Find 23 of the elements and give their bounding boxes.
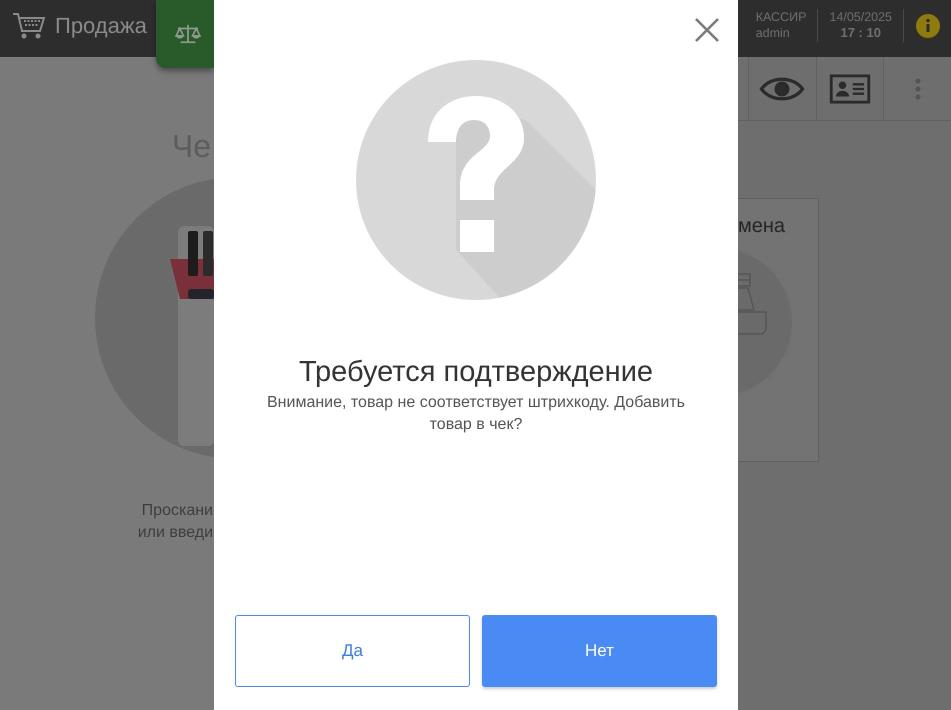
- more-icon: [914, 78, 921, 100]
- dialog-title: Требуется подтверждение: [298, 356, 654, 389]
- screen-title: Продажа: [55, 13, 147, 39]
- info-icon[interactable]: [916, 14, 940, 38]
- eye-icon: [759, 74, 806, 102]
- scales-icon: [174, 23, 202, 45]
- scan-hint-text: или введи: [138, 523, 214, 543]
- close-button[interactable]: [694, 17, 720, 43]
- scale-tab[interactable]: [156, 0, 214, 68]
- question-icon: [356, 60, 596, 300]
- close-icon: [694, 17, 720, 43]
- dialog-button[interactable]: Да: [235, 615, 470, 687]
- cart-icon: [12, 11, 46, 41]
- cashier-label: КАССИР: [756, 9, 806, 25]
- date-text: 14/05/2025: [829, 9, 892, 25]
- shift-card-title: мена: [738, 215, 786, 238]
- time-text: 17 : 10: [840, 25, 881, 41]
- id-card-icon: [829, 74, 871, 104]
- scan-hint-text: Проскани: [142, 501, 214, 521]
- shift-card[interactable]: мена: [738, 198, 819, 462]
- dialog-message: Внимание, товар не соответствует штрихкоду. Добавить товар в чек?: [266, 393, 686, 435]
- cashier-name: admin: [756, 25, 791, 41]
- dialog-button[interactable]: Нет: [482, 615, 717, 687]
